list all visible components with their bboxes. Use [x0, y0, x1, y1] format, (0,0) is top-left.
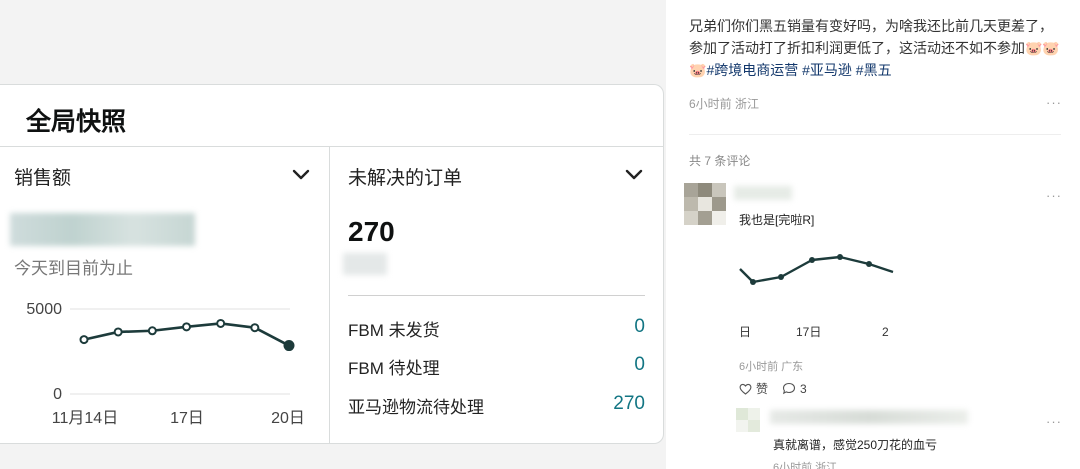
- avatar[interactable]: [684, 183, 726, 225]
- sales-panel: 销售额 今天到目前为止 5000 0 11月14日 17日 20日: [0, 147, 330, 444]
- comment-image-chart[interactable]: 日 17日 2: [736, 244, 896, 344]
- x-tick-label: 17日: [170, 410, 204, 427]
- series-line: [739, 255, 894, 284]
- sales-line-chart: 5000 0 11月14日 17日 20日: [26, 301, 305, 427]
- blurred-sales-amount: [10, 213, 195, 246]
- data-point[interactable]: [113, 327, 123, 337]
- order-row-label: FBM 待处理: [348, 359, 440, 378]
- card-title: 全局快照: [26, 108, 127, 136]
- order-row-label: 亚马逊物流待处理: [348, 398, 484, 417]
- more-icon[interactable]: ···: [1046, 414, 1062, 429]
- data-point: [866, 261, 872, 267]
- y-tick-label: 5000: [26, 301, 62, 318]
- order-row-value[interactable]: 0: [634, 316, 645, 338]
- y-tick-label: 0: [53, 386, 62, 403]
- social-post-panel: 兄弟们你们黑五销量有变好吗，为啥我还比前几天更差了，参加了活动打了折扣利润更低了…: [666, 0, 1080, 469]
- data-point[interactable]: [147, 326, 157, 336]
- comment-actions: 赞 3: [739, 380, 807, 397]
- chevron-down-icon[interactable]: [291, 168, 311, 182]
- comments-count: 共 7 条评论: [689, 154, 751, 168]
- like-label[interactable]: 赞: [756, 380, 768, 397]
- blurred-username: [770, 410, 968, 424]
- open-orders-count: 270: [348, 216, 395, 247]
- data-point: [750, 279, 756, 285]
- comment-text: 真就离谱，感觉250刀花的血亏: [773, 438, 938, 452]
- x-tick-label: 11月14日: [52, 410, 118, 427]
- orders-title: 未解决的订单: [348, 168, 463, 189]
- orders-panel: 未解决的订单 270 FBM 未发货 0 FBM 待处理 0 亚马逊物流待处理 …: [331, 147, 664, 444]
- comment-meta: 6小时前 广东: [739, 361, 804, 373]
- comment-bubble-icon[interactable]: [782, 382, 796, 395]
- avatar[interactable]: [736, 408, 760, 432]
- comment-text: 我也是[完啦R]: [739, 213, 815, 227]
- more-icon[interactable]: ···: [1046, 95, 1062, 110]
- data-point[interactable]: [79, 335, 89, 345]
- order-row-value[interactable]: 0: [634, 354, 645, 376]
- post-body: 兄弟们你们黑五销量有变好吗，为啥我还比前几天更差了，参加了活动打了折扣利润更低了…: [689, 15, 1061, 81]
- orders-divider: [348, 295, 645, 296]
- global-snapshot-card: 全局快照 销售额 今天到目前为止 5000 0 11月14日 17日 20日 未…: [0, 84, 664, 444]
- x-tick-label: 日: [739, 325, 751, 339]
- dashboard-area: 全局快照 销售额 今天到目前为止 5000 0 11月14日 17日 20日 未…: [0, 0, 666, 469]
- reply-count[interactable]: 3: [800, 382, 807, 396]
- post-hashtags[interactable]: #跨境电商运营 #亚马逊 #黑五: [706, 62, 891, 78]
- data-point: [837, 254, 843, 260]
- order-row-value[interactable]: 270: [613, 393, 645, 415]
- x-tick-label: 2: [882, 325, 889, 339]
- data-point[interactable]: [283, 340, 295, 352]
- x-tick-label: 17日: [796, 325, 821, 339]
- chevron-down-icon[interactable]: [624, 168, 644, 182]
- sales-title: 销售额: [14, 168, 72, 189]
- heart-icon[interactable]: [739, 383, 752, 395]
- post-divider: [689, 134, 1061, 135]
- data-point: [778, 274, 784, 280]
- data-point[interactable]: [216, 318, 226, 328]
- more-icon[interactable]: ···: [1046, 188, 1062, 203]
- blurred-username: [734, 186, 792, 200]
- data-point[interactable]: [250, 323, 260, 333]
- order-row-label: FBM 未发货: [348, 321, 440, 340]
- blurred-subtext: [343, 253, 387, 275]
- post-meta: 6小时前 浙江: [689, 97, 760, 111]
- x-tick-label: 20日: [271, 410, 305, 427]
- data-point[interactable]: [182, 322, 191, 332]
- sales-subtitle: 今天到目前为止: [14, 259, 133, 278]
- data-point: [809, 257, 815, 263]
- comment-meta: 6小时前 浙江: [773, 462, 838, 469]
